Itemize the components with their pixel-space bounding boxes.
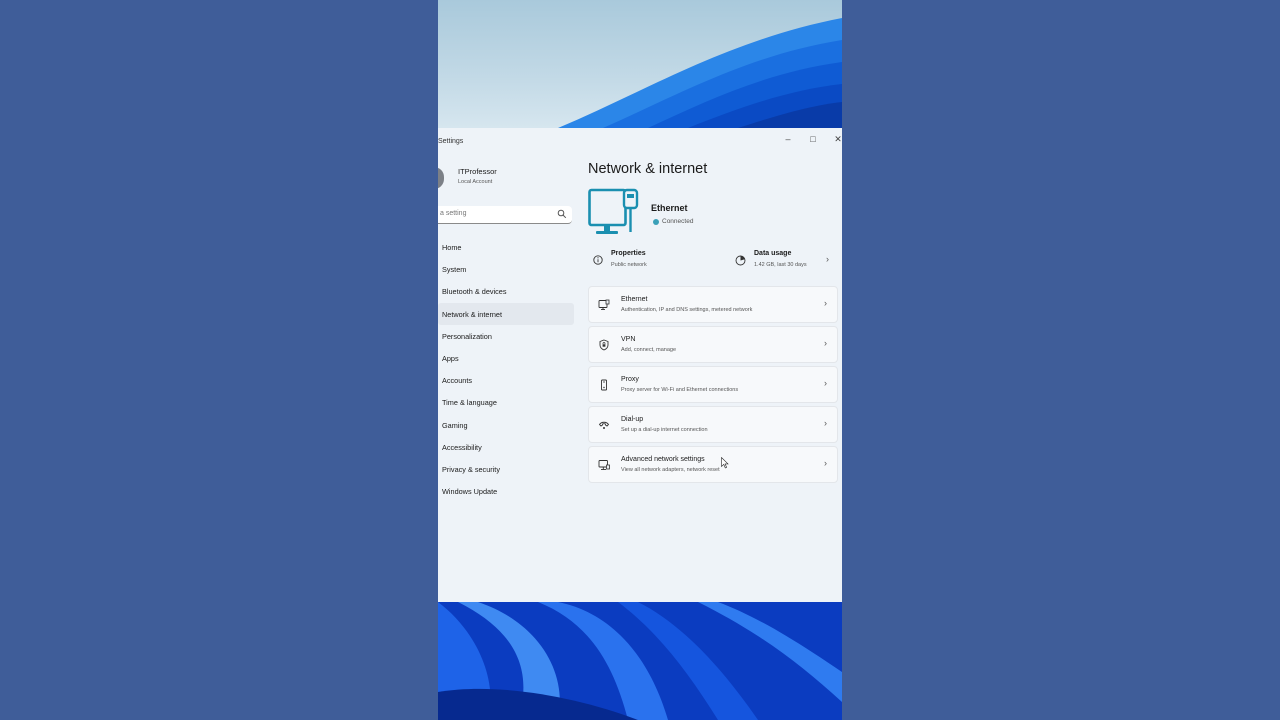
card-subtitle: Authentication, IP and DNS settings, met… [621, 307, 753, 313]
sidebar-item-accessibility[interactable]: Accessibility [438, 436, 574, 458]
proxy-icon [601, 379, 607, 391]
data-usage-amount: 1.42 GB, last 30 days [754, 262, 807, 268]
card-dial-up[interactable]: Dial-up Set up a dial-up internet connec… [588, 406, 838, 443]
sidebar-item-label: Time & language [442, 398, 497, 408]
window-title: Settings [438, 138, 464, 145]
sidebar-item-privacy-security[interactable]: Privacy & security [438, 458, 574, 480]
sidebar-item-bluetooth-devices[interactable]: Bluetooth & devices [438, 280, 574, 302]
card-advanced-network-settings[interactable]: Advanced network settings View all netwo… [588, 446, 838, 483]
sidebar-item-label: Personalization [442, 331, 492, 341]
card-title: Advanced network settings [621, 456, 705, 463]
card-proxy[interactable]: Proxy Proxy server for Wi-Fi and Etherne… [588, 366, 838, 403]
info-icon [593, 255, 603, 265]
chevron-right-icon: › [824, 418, 827, 428]
close-button[interactable]: ✕ [828, 131, 842, 147]
sidebar-item-windows-update[interactable]: Windows Update [438, 480, 574, 502]
sidebar-item-apps[interactable]: Apps [438, 347, 574, 369]
sidebar-item-system[interactable]: System [438, 258, 574, 280]
sidebar-nav: Home System Bluetooth & devices Network … [438, 236, 574, 502]
user-avatar-icon [438, 167, 444, 189]
sidebar-item-home[interactable]: Home [438, 236, 574, 258]
sidebar-item-time-language[interactable]: Time & language [438, 391, 574, 413]
sidebar-item-label: Windows Update [442, 487, 498, 497]
sidebar-item-label: Privacy & security [442, 464, 500, 474]
desktop-wallpaper-top [438, 0, 842, 128]
network-profile-type: Public network [611, 262, 647, 268]
chevron-right-icon: › [824, 458, 827, 468]
sidebar-item-label: System [442, 265, 467, 275]
connection-hero: Ethernet Connected [588, 188, 838, 244]
data-usage-link[interactable]: Data usage [754, 250, 791, 257]
shield-icon [599, 339, 609, 351]
settings-window: Settings – □ ✕ ITProfessor Local Account… [438, 128, 842, 602]
sidebar-item-label: Apps [442, 353, 459, 363]
ethernet-monitor-icon [588, 188, 639, 234]
sidebar-item-label: Accessibility [442, 442, 482, 452]
title-bar: Settings – □ ✕ [438, 128, 842, 156]
card-title: Ethernet [621, 296, 648, 303]
sidebar-item-label: Network & internet [442, 309, 503, 319]
card-title: Dial-up [621, 416, 644, 423]
card-vpn[interactable]: VPN Add, connect, manage › [588, 326, 838, 363]
sidebar-item-label: Gaming [442, 420, 468, 430]
sidebar-item-label: Bluetooth & devices [442, 287, 507, 297]
card-subtitle: Proxy server for Wi-Fi and Ethernet conn… [621, 387, 739, 393]
chevron-right-icon[interactable]: › [826, 254, 829, 264]
card-subtitle: View all network adapters, network reset [621, 467, 720, 473]
chevron-right-icon: › [824, 338, 827, 348]
card-subtitle: Set up a dial-up internet connection [621, 427, 708, 433]
card-title: Proxy [621, 376, 639, 383]
desktop-wallpaper-bottom [438, 602, 842, 720]
user-name: ITProfessor [458, 167, 497, 176]
sidebar-item-network-internet[interactable]: Network & internet [438, 302, 574, 325]
connection-status: Connected [662, 218, 694, 225]
sidebar-item-label: Home [442, 243, 462, 252]
user-profile[interactable]: ITProfessor Local Account [438, 164, 578, 194]
card-ethernet[interactable]: Ethernet Authentication, IP and DNS sett… [588, 286, 838, 323]
search-icon[interactable] [557, 209, 567, 219]
video-frame: Settings – □ ✕ ITProfessor Local Account… [438, 0, 842, 720]
mouse-cursor-icon [721, 457, 729, 469]
network-adapter-icon [598, 460, 610, 470]
sidebar-item-gaming[interactable]: Gaming [438, 414, 574, 436]
connection-name: Ethernet [651, 203, 688, 213]
maximize-button[interactable]: □ [803, 131, 823, 147]
properties-row: Properties Public network Data usage 1.4… [588, 248, 838, 274]
sidebar-item-accounts[interactable]: Accounts [438, 369, 574, 391]
minimize-button[interactable]: – [778, 131, 798, 147]
user-account-type: Local Account [458, 179, 493, 185]
page-title: Network & internet [588, 161, 708, 177]
search-placeholder: a setting [440, 210, 467, 217]
properties-link[interactable]: Properties [611, 250, 646, 257]
card-title: VPN [621, 336, 636, 343]
status-dot-icon [653, 219, 659, 225]
ethernet-icon [598, 299, 610, 310]
search-input[interactable]: a setting [438, 206, 572, 224]
dial-up-icon [598, 421, 610, 429]
sidebar-item-label: Accounts [442, 376, 473, 386]
data-usage-icon [735, 255, 746, 266]
sidebar-item-personalization[interactable]: Personalization [438, 325, 574, 347]
card-subtitle: Add, connect, manage [621, 347, 677, 353]
settings-cards: Ethernet Authentication, IP and DNS sett… [588, 286, 838, 486]
chevron-right-icon: › [824, 298, 827, 308]
chevron-right-icon: › [824, 378, 827, 388]
